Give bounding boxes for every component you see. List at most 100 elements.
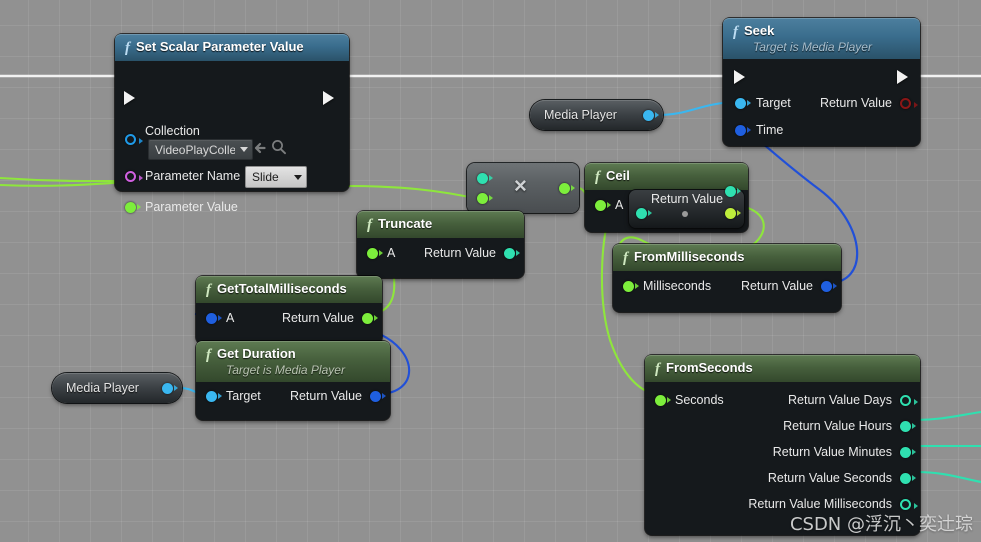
node-body: Milliseconds Return Value [613, 271, 841, 312]
node-set-scalar-parameter-value[interactable]: f Set Scalar Parameter Value Collection V… [115, 34, 349, 214]
pin-multiply-a[interactable] [477, 173, 493, 184]
variable-label: Media Player [66, 381, 139, 395]
wire-to-multiply-b [344, 184, 484, 202]
variable-label: Media Player [544, 108, 617, 122]
watermark-text: CSDN @浮沉丶奕辻琮 [789, 514, 973, 535]
function-icon: f [733, 24, 738, 40]
node-multiply[interactable]: × [467, 163, 579, 213]
node-header: f Get Duration Target is Media Player [196, 341, 390, 382]
pin-return-milliseconds[interactable] [900, 499, 918, 510]
pin-milliseconds[interactable] [623, 281, 639, 292]
pin-return-hours[interactable] [900, 421, 916, 432]
pin-knot-out-upper[interactable] [725, 186, 741, 197]
pin-multiply-out[interactable] [559, 183, 575, 194]
pin-return-value[interactable] [900, 98, 918, 109]
label-return-value: Return Value [651, 192, 724, 206]
pin-return-days[interactable] [900, 395, 918, 406]
pin-a[interactable] [206, 313, 222, 324]
pin-time[interactable] [735, 125, 751, 136]
pin-truncate-return[interactable] [504, 248, 520, 259]
parameter-name-value: Slide [252, 170, 279, 184]
node-from-milliseconds[interactable]: f FromMilliseconds Milliseconds Return Va… [613, 244, 841, 312]
label-parameter-name: Parameter Name [145, 169, 241, 183]
node-body: Target Return Value Time [723, 59, 920, 146]
node-truncate[interactable]: f Truncate A Return Value [357, 211, 524, 278]
pin-return-value[interactable] [821, 281, 837, 292]
pin-knot-out[interactable] [725, 208, 741, 219]
label-return-value: Return Value [740, 279, 813, 293]
node-header: f FromMilliseconds [613, 244, 841, 271]
node-reroute-return-value[interactable]: Return Value [629, 186, 744, 228]
label-a: A [387, 246, 396, 260]
node-seek[interactable]: f Seek Target is Media Player Target Retu… [723, 18, 920, 146]
pin-target[interactable] [735, 98, 751, 109]
node-title: Ceil [606, 168, 630, 183]
parameter-name-dropdown[interactable]: Slide [245, 166, 307, 188]
wire-fromseconds-hours [914, 410, 981, 422]
node-header: f Seek Target is Media Player [723, 18, 920, 59]
pin-parameter-value[interactable] [125, 202, 141, 213]
blueprint-graph-canvas[interactable]: f Set Scalar Parameter Value Collection V… [0, 0, 981, 542]
pin-multiply-b[interactable] [477, 193, 493, 204]
node-title: FromMilliseconds [634, 249, 745, 264]
pin-return-value[interactable] [362, 313, 378, 324]
knot-center-dot [682, 211, 688, 217]
pin-return-value[interactable] [370, 391, 386, 402]
exec-input-pin[interactable] [734, 70, 745, 84]
exec-input-pin[interactable] [124, 91, 135, 105]
pin-media-player-out[interactable] [162, 382, 178, 394]
node-title: Set Scalar Parameter Value [136, 39, 304, 54]
collection-dropdown[interactable]: VideoPlayCollect [148, 139, 253, 160]
function-icon: f [367, 217, 372, 233]
node-from-seconds[interactable]: f FromSeconds Seconds Return Value Days R… [645, 355, 920, 535]
node-body: A Return Value [357, 238, 524, 278]
multiply-symbol: × [514, 173, 527, 198]
node-header: f Ceil [585, 163, 748, 190]
node-get-duration[interactable]: f Get Duration Target is Media Player Tar… [196, 341, 390, 420]
function-icon: f [125, 40, 130, 56]
node-title: GetTotalMilliseconds [217, 281, 347, 296]
node-title: Truncate [378, 216, 433, 231]
node-media-player-variable-top[interactable]: Media Player [530, 100, 663, 130]
pin-seconds[interactable] [655, 395, 671, 406]
pin-return-seconds[interactable] [900, 473, 916, 484]
label-collection: Collection [145, 124, 200, 138]
label-return-value: Return Value [423, 246, 496, 260]
node-title: FromSeconds [666, 360, 753, 375]
exec-output-pin[interactable] [897, 70, 908, 84]
function-icon: f [595, 169, 600, 185]
node-header: f Truncate [357, 211, 524, 238]
node-media-player-variable-bottom[interactable]: Media Player [52, 373, 182, 403]
label-return-value: Return Value [289, 389, 362, 403]
browse-to-asset-icon[interactable] [270, 138, 288, 156]
collection-value: VideoPlayCollect [155, 142, 235, 157]
pin-ceil-a[interactable] [595, 200, 611, 211]
use-selected-asset-icon[interactable] [250, 139, 268, 157]
label-a: A [615, 198, 624, 212]
exec-output-pin[interactable] [323, 91, 334, 105]
node-get-total-milliseconds[interactable]: f GetTotalMilliseconds A Return Value [196, 276, 382, 344]
label-target: Target [756, 96, 791, 110]
node-subtitle: Target is Media Player [226, 363, 345, 377]
node-subtitle: Target is Media Player [753, 40, 872, 54]
label-a: A [226, 311, 235, 325]
label-return-hours: Return Value Hours [783, 419, 892, 433]
label-time: Time [756, 123, 784, 137]
pin-collection[interactable] [125, 134, 143, 145]
label-return-milliseconds: Return Value Milliseconds [748, 497, 892, 511]
node-body: Target Return Value [196, 382, 390, 420]
node-title: Seek [744, 23, 775, 38]
node-body: A Return Value [196, 303, 382, 344]
pin-return-minutes[interactable] [900, 447, 916, 458]
label-target: Target [226, 389, 261, 403]
pin-knot-in[interactable] [636, 208, 652, 219]
pin-truncate-a[interactable] [367, 248, 383, 259]
node-body: Collection VideoPlayCollect Parameter Na… [115, 61, 349, 214]
pin-media-player-out[interactable] [643, 109, 659, 121]
pin-target[interactable] [206, 391, 222, 402]
function-icon: f [206, 282, 211, 298]
node-title: Get Duration [217, 346, 296, 361]
pin-parameter-name[interactable] [125, 171, 143, 182]
label-seconds: Seconds [675, 393, 724, 407]
label-return-value: Return Value [819, 96, 892, 110]
